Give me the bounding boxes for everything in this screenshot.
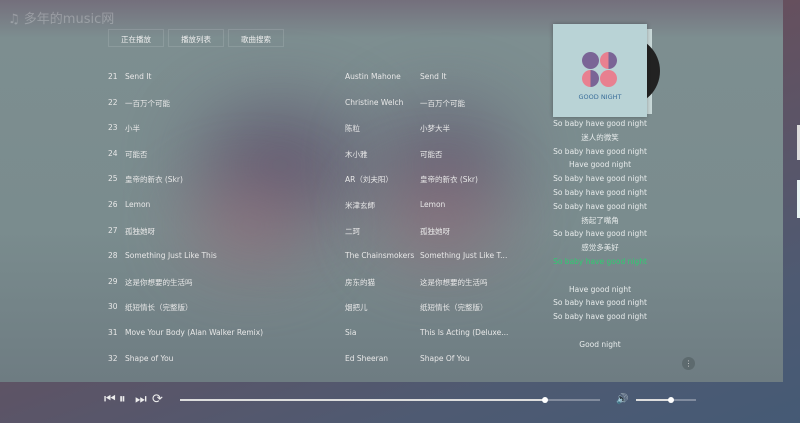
song-album: 一百万个可能 (420, 98, 465, 108)
tab-search[interactable]: 歌曲搜索 (228, 29, 284, 47)
song-artist: Christine Welch (345, 97, 404, 107)
song-row[interactable]: 32 Shape of You Ed Sheeran Shape Of You (0, 354, 520, 368)
song-album: 皇帝的新衣 (Skr) (420, 175, 478, 185)
pause-icon[interactable]: ⏸ (119, 392, 126, 408)
song-number: 32 (108, 353, 118, 363)
lyric-line-active: So baby have good night (553, 256, 647, 266)
song-title: 皇帝的新衣 (Skr) (125, 175, 183, 185)
song-row[interactable]: 28 Something Just Like This The Chainsmoke… (0, 251, 520, 265)
progress-slider[interactable] (180, 397, 600, 403)
song-artist: 木小雅 (345, 149, 368, 159)
song-artist: Ed Sheeran (345, 353, 389, 363)
song-title: Move Your Body (Alan Walker Remix) (125, 328, 264, 337)
background-blur (380, 185, 500, 255)
song-album: Something Just Like T... (420, 251, 508, 261)
song-row[interactable]: 30 纸短情长（完整版） 烟把儿 纸短情长（完整版） (0, 302, 520, 316)
prev-icon[interactable]: ⏮ (104, 392, 116, 408)
lyric-line: 感觉多美好 (581, 243, 619, 253)
lyric-line: So baby have good night (553, 201, 647, 211)
song-artist: 房东的猫 (345, 277, 375, 287)
song-number: 21 (108, 72, 118, 81)
more-icon[interactable]: ⋮ (682, 357, 695, 370)
tab-now-playing[interactable]: 正在播放 (108, 29, 164, 47)
lyric-line: Good night (579, 339, 621, 349)
volume-slider[interactable] (636, 397, 696, 403)
song-artist: The Chainsmokers (345, 251, 415, 261)
lyric-line (540, 324, 660, 338)
song-row[interactable]: 23 小半 陈粒 小梦大半 (0, 123, 520, 137)
song-row[interactable]: 26 Lemon 米津玄師 Lemon (0, 200, 520, 214)
song-number: 31 (108, 328, 118, 337)
tab-playlist[interactable]: 播放列表 (168, 29, 224, 47)
song-number: 26 (108, 200, 118, 209)
lyric-line: So baby have good night (553, 187, 647, 197)
volume-knob[interactable] (667, 397, 674, 403)
song-album: 可能否 (420, 149, 443, 159)
lyric-line: So baby have good night (553, 174, 647, 184)
lyric-line: So baby have good night (553, 146, 647, 156)
album-cover-text: GOOD NIGHT (578, 93, 622, 101)
next-icon[interactable]: ⏭ (135, 392, 147, 408)
song-title: 小半 (125, 124, 140, 134)
song-title: Send It (125, 72, 152, 81)
song-album: Shape Of You (420, 353, 470, 363)
song-number: 28 (108, 251, 118, 261)
site-logo[interactable]: ♫ 多年的music网 (8, 8, 114, 27)
song-row[interactable]: 21 Send It Austin Mahone Send It (0, 72, 520, 86)
lyric-line: Have good night (568, 160, 632, 170)
lyric-line (540, 269, 660, 283)
song-title: 纸短情长（完整版） (125, 303, 193, 313)
song-album: 这是你想要的生活吗 (420, 277, 488, 287)
lyrics-panel: So baby have good night 迷人的微笑 So baby have… (540, 117, 660, 352)
song-number: 30 (108, 302, 118, 312)
volume-fill (636, 399, 671, 401)
song-title: Shape of You (125, 353, 174, 363)
lyric-line: So baby have good night (553, 298, 647, 308)
tab-bar: 正在播放 播放列表 歌曲搜索 (108, 29, 284, 47)
song-row[interactable]: 29 这是你想要的生活吗 房东的猫 这是你想要的生活吗 (0, 277, 520, 291)
lyric-line: So baby have good night (553, 119, 647, 128)
lyric-line: 扬起了嘴角 (581, 215, 619, 225)
song-row[interactable]: 27 孤独她呀 二珂 孤独她呀 (0, 226, 520, 240)
song-album: 小梦大半 (420, 124, 450, 134)
lyric-line: 迷人的微笑 (581, 132, 619, 142)
song-artist: Austin Mahone (345, 72, 401, 81)
song-title: 一百万个可能 (125, 98, 170, 108)
song-number: 23 (108, 123, 118, 133)
song-artist: 陈粒 (345, 124, 360, 134)
song-title: 这是你想要的生活吗 (125, 277, 193, 287)
song-album: 纸短情长（完整版） (420, 303, 488, 313)
song-album: 孤独她呀 (420, 226, 450, 236)
song-number: 24 (108, 148, 118, 158)
progress-fill (180, 399, 546, 401)
song-number: 27 (108, 225, 118, 235)
song-row[interactable]: 31 Move Your Body (Alan Walker Remix) Sia T… (0, 328, 520, 342)
song-number: 22 (108, 97, 118, 107)
song-artist: 米津玄師 (345, 201, 375, 210)
song-artist: Sia (345, 328, 357, 337)
song-album: Send It (420, 72, 447, 81)
song-number: 29 (108, 276, 118, 286)
song-number: 25 (108, 174, 118, 184)
album-cover: GOOD NIGHT (553, 24, 647, 117)
song-artist: AR（刘夫阳） (345, 175, 393, 185)
song-artist: 二珂 (345, 226, 360, 236)
song-title: 孤独她呀 (125, 226, 155, 236)
song-album: This Is Acting (Deluxe... (420, 328, 509, 337)
song-artist: 烟把儿 (345, 303, 368, 313)
volume-icon[interactable]: 🔊 (616, 392, 628, 408)
song-row[interactable]: 24 可能否 木小雅 可能否 (0, 149, 520, 163)
song-title: Something Just Like This (125, 251, 217, 261)
song-album: Lemon (420, 200, 446, 209)
main-panel: ♫ 多年的music网 正在播放 播放列表 歌曲搜索 21 Send It Aust… (0, 0, 783, 382)
song-title: 可能否 (125, 149, 148, 159)
song-title: Lemon (125, 200, 151, 209)
song-row[interactable]: 22 一百万个可能 Christine Welch 一百万个可能 (0, 98, 520, 112)
song-row[interactable]: 25 皇帝的新衣 (Skr) AR（刘夫阳） 皇帝的新衣 (Skr) (0, 174, 520, 188)
lyric-line: Have good night (568, 284, 632, 294)
loop-icon[interactable]: ⟳ (152, 392, 163, 408)
lyric-line: So baby have good night (553, 229, 647, 239)
lyric-line: So baby have good night (553, 312, 647, 322)
